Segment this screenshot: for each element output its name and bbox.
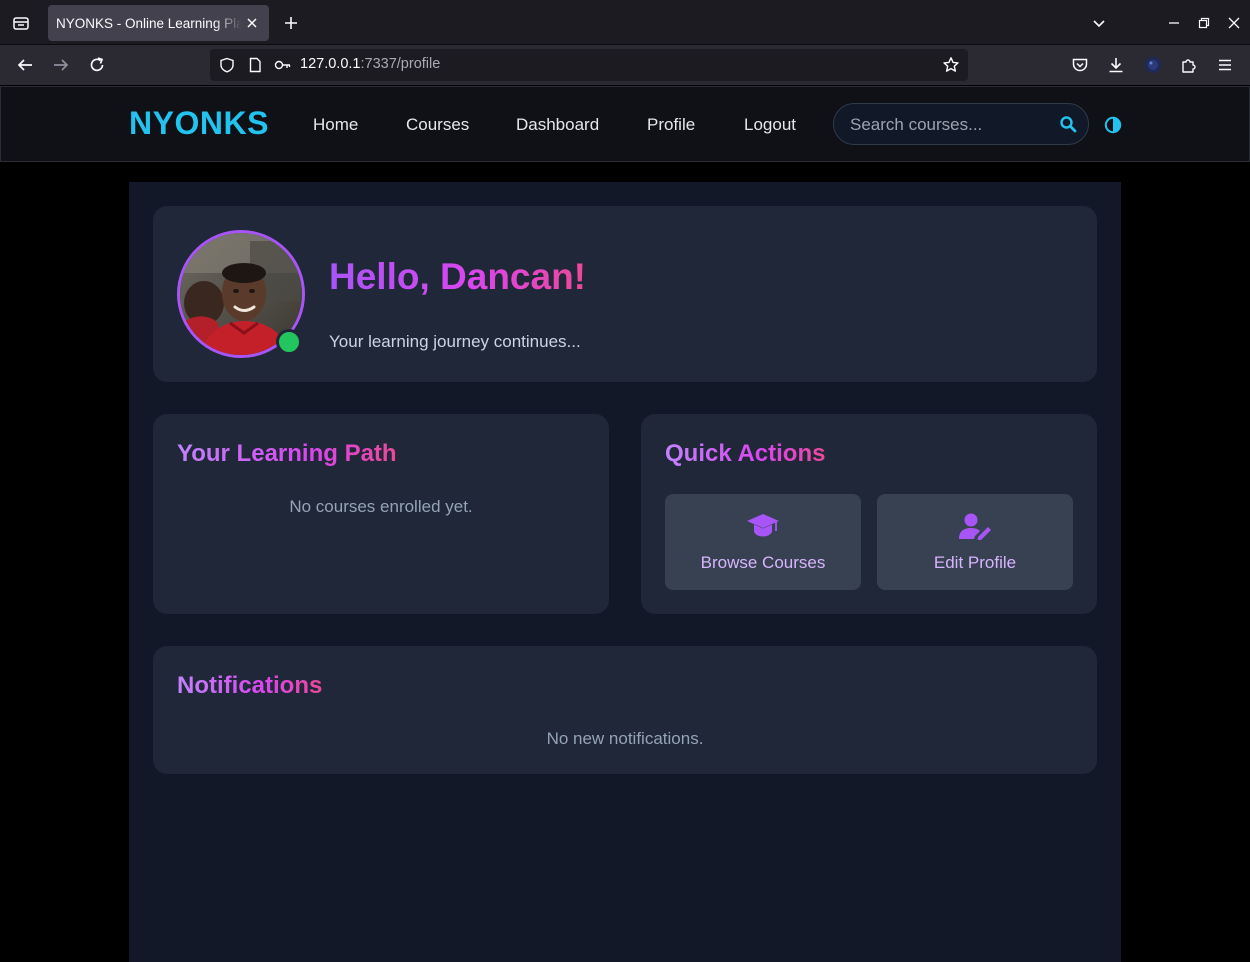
nav-courses[interactable]: Courses xyxy=(406,115,469,135)
menu-icon[interactable] xyxy=(1213,53,1237,77)
learning-path-card: Your Learning Path No courses enrolled y… xyxy=(153,414,609,614)
url-host: 127.0.0.1 xyxy=(300,56,361,72)
main-content: Hello, Dancan! Your learning journey con… xyxy=(129,182,1121,962)
theme-toggle-icon[interactable] xyxy=(1103,115,1123,135)
back-icon[interactable] xyxy=(13,53,37,77)
quick-actions-title: Quick Actions xyxy=(665,440,826,467)
notifications-empty-message: No new notifications. xyxy=(546,729,704,748)
search-box xyxy=(833,103,1089,145)
graduation-cap-icon xyxy=(665,512,861,540)
url-text: 127.0.0.1:7337/profile xyxy=(300,56,440,72)
close-window-icon[interactable] xyxy=(1223,12,1245,34)
search-input[interactable] xyxy=(850,114,1050,136)
nav-home[interactable]: Home xyxy=(313,115,358,135)
shield-icon[interactable] xyxy=(215,53,239,77)
page-icon xyxy=(243,53,267,77)
learning-path-title: Your Learning Path xyxy=(177,440,397,467)
greeting-heading: Hello, Dancan! xyxy=(329,256,586,297)
close-icon[interactable] xyxy=(243,14,261,32)
online-status-indicator xyxy=(276,329,302,355)
edit-profile-button[interactable]: Edit Profile xyxy=(877,494,1073,590)
user-edit-icon xyxy=(877,512,1073,540)
pocket-icon[interactable] xyxy=(1068,53,1092,77)
forward-icon[interactable] xyxy=(49,53,73,77)
brand-logo[interactable]: NYONKS xyxy=(129,105,269,142)
greeting-subtitle: Your learning journey continues... xyxy=(329,332,581,351)
account-icon[interactable] xyxy=(1141,53,1165,77)
restore-icon[interactable] xyxy=(1193,12,1215,34)
reload-icon[interactable] xyxy=(85,53,109,77)
nav-dashboard[interactable]: Dashboard xyxy=(516,115,599,135)
edit-profile-label: Edit Profile xyxy=(933,553,1017,572)
notifications-card: Notifications No new notifications. xyxy=(153,646,1097,774)
nav-logout[interactable]: Logout xyxy=(744,115,796,135)
search-icon[interactable] xyxy=(1058,114,1078,134)
profile-hero-card: Hello, Dancan! Your learning journey con… xyxy=(153,206,1097,382)
star-icon[interactable] xyxy=(939,53,963,77)
tab-list-icon[interactable] xyxy=(8,10,34,36)
chevron-down-icon[interactable] xyxy=(1088,12,1110,34)
learning-path-empty-message: No courses enrolled yet. xyxy=(289,497,473,516)
plus-icon[interactable] xyxy=(280,12,302,34)
minimize-icon[interactable] xyxy=(1163,12,1185,34)
browser-tab-bar: NYONKS - Online Learning Platform xyxy=(0,0,1250,45)
notifications-title: Notifications xyxy=(177,672,323,699)
browse-courses-button[interactable]: Browse Courses xyxy=(665,494,861,590)
browser-tab[interactable]: NYONKS - Online Learning Platform xyxy=(48,5,269,41)
key-icon[interactable] xyxy=(271,53,295,77)
nav-profile[interactable]: Profile xyxy=(647,115,695,135)
site-header: NYONKS Home Courses Dashboard Profile Lo… xyxy=(0,86,1250,162)
browser-toolbar: 127.0.0.1:7337/profile xyxy=(0,45,1250,85)
tab-title: NYONKS - Online Learning Platform xyxy=(56,15,242,31)
browse-courses-label: Browse Courses xyxy=(700,553,826,572)
url-bar[interactable]: 127.0.0.1:7337/profile xyxy=(210,49,968,81)
extensions-icon[interactable] xyxy=(1177,53,1201,77)
url-path: :7337/profile xyxy=(360,56,441,72)
download-icon[interactable] xyxy=(1104,53,1128,77)
quick-actions-card: Quick Actions Browse Courses Edit Profil… xyxy=(641,414,1097,614)
